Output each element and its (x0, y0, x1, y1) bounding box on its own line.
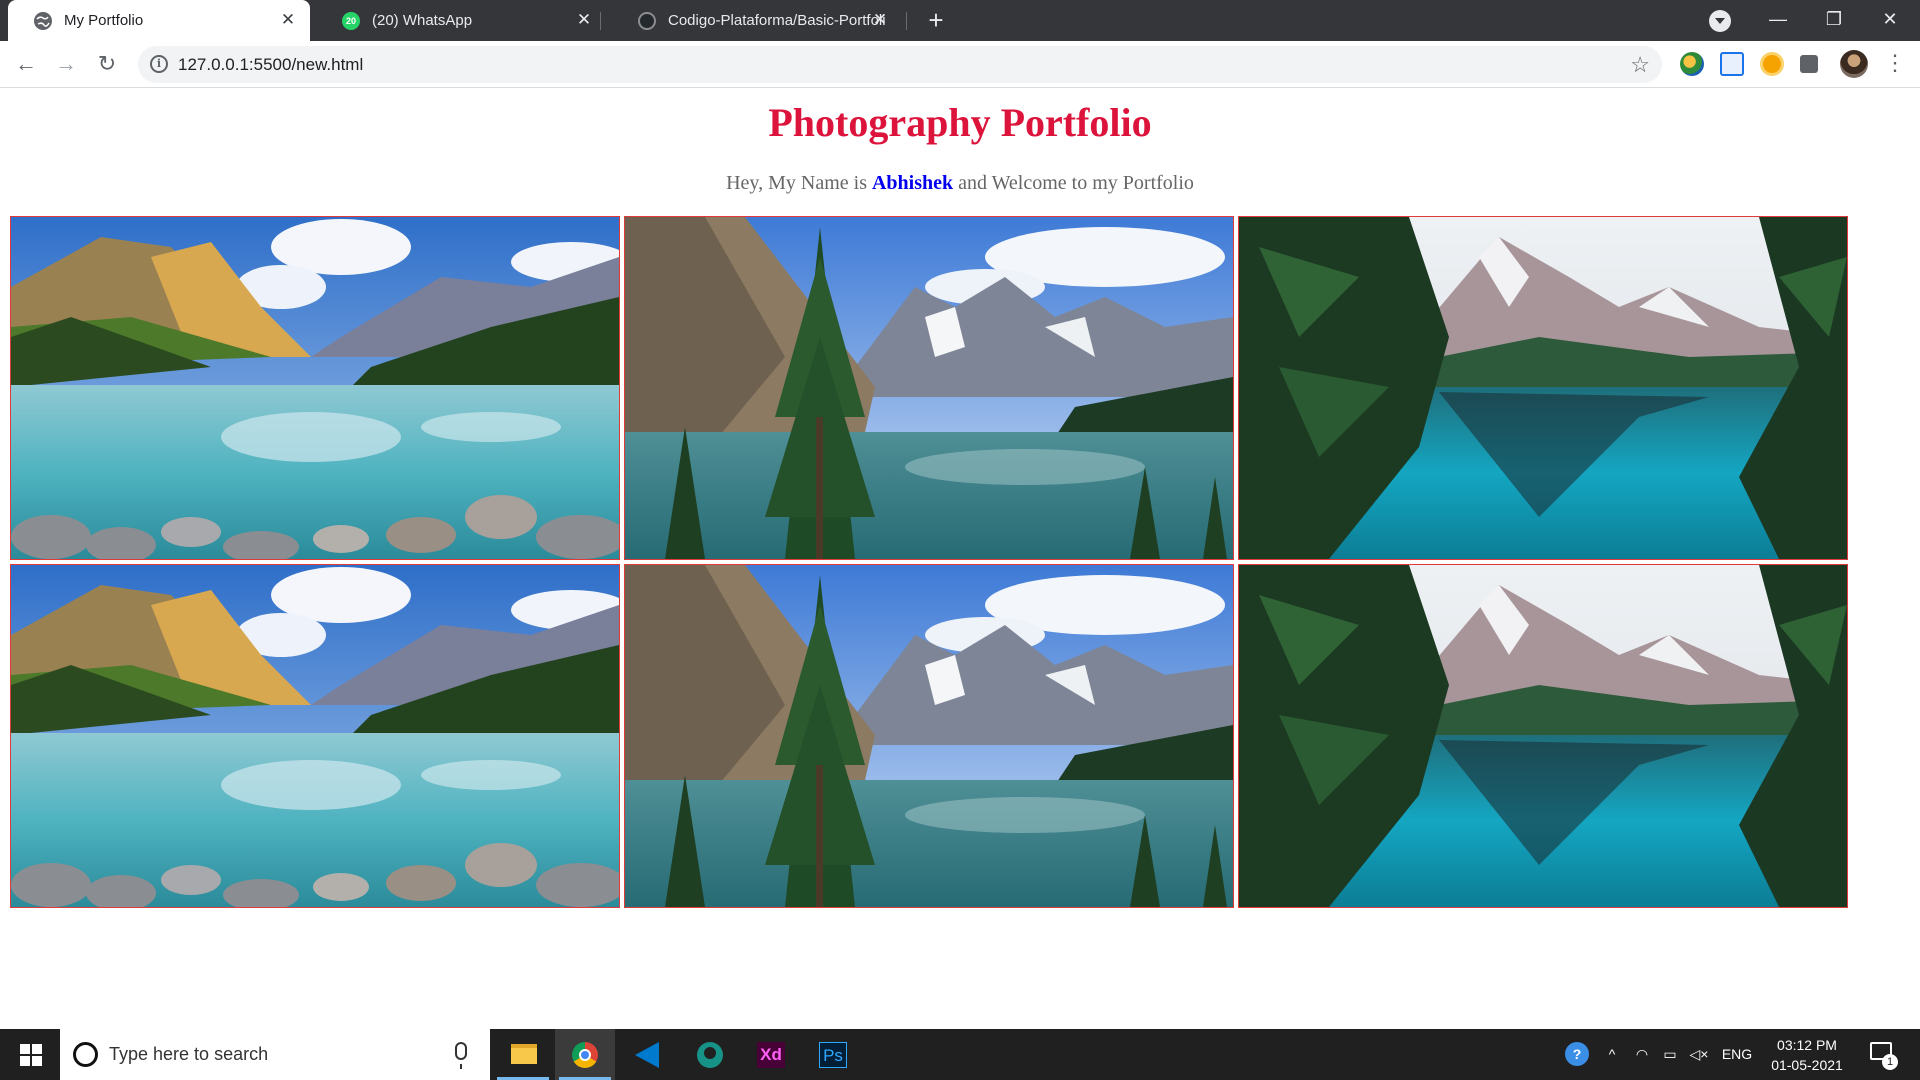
clock-time: 03:12 PM (1777, 1037, 1837, 1053)
photoshop-icon[interactable]: Ps (803, 1029, 863, 1080)
puzzle-extensions-icon[interactable] (1800, 55, 1818, 73)
whatsapp-icon: 20 (342, 11, 360, 30)
tab-separator (906, 12, 907, 30)
pine-valley-image (625, 565, 1233, 907)
volume-muted-icon[interactable]: ◁× (1684, 1029, 1714, 1080)
adobe-xd-icon[interactable]: Xd (741, 1029, 801, 1080)
vscode-icon[interactable] (617, 1029, 677, 1080)
menu-dots-icon[interactable]: ⋮ (1884, 50, 1906, 76)
window-close-icon[interactable]: ✕ (1862, 0, 1918, 41)
alpine-lake-image (1239, 565, 1847, 907)
close-icon[interactable]: ✕ (574, 10, 594, 30)
cortana-icon (73, 1042, 98, 1067)
tab-separator (600, 12, 601, 30)
github-icon (638, 11, 656, 30)
tab-title: My Portfolio (64, 12, 144, 29)
photo-pine-valley[interactable] (624, 216, 1234, 560)
close-icon[interactable]: ✕ (870, 10, 890, 30)
windows-taskbar: Type here to search Xd Ps ? ^ ◠ ▭ ◁× ENG… (0, 1029, 1920, 1080)
restore-icon[interactable]: ❐ (1806, 0, 1862, 41)
windows-start-icon[interactable] (0, 1029, 60, 1080)
help-icon[interactable]: ? (1562, 1029, 1592, 1080)
intro-text: Hey, My Name is Abhishek and Welcome to … (0, 172, 1920, 195)
lake-rocks-image (11, 565, 619, 907)
lake-rocks-image (11, 217, 619, 559)
intro-before: Hey, My Name is (726, 172, 872, 194)
tab-my-portfolio[interactable]: My Portfolio ✕ (8, 0, 310, 41)
photo-lake-rocks[interactable] (10, 564, 620, 908)
url-text[interactable]: 127.0.0.1:5500/new.html (178, 55, 363, 75)
file-explorer-icon[interactable] (493, 1029, 553, 1080)
forward-icon[interactable]: → (52, 50, 80, 78)
browser-tab-strip: My Portfolio ✕ 20 (20) WhatsApp ✕ Codigo… (0, 0, 1920, 41)
alpine-lake-image (1239, 217, 1847, 559)
page-title: Photography Portfolio (768, 100, 1152, 145)
chevron-up-icon[interactable]: ^ (1600, 1029, 1624, 1080)
browser-toolbar: ← → ↻ i 127.0.0.1:5500/new.html ☆ (0, 41, 1920, 88)
minimize-icon[interactable]: — (1750, 0, 1806, 41)
coin-extension-icon[interactable] (1760, 52, 1784, 76)
chrome-icon[interactable] (555, 1029, 615, 1080)
profile-avatar[interactable] (1840, 50, 1868, 78)
gitkraken-icon[interactable] (679, 1029, 739, 1080)
battery-icon[interactable]: ▭ (1656, 1029, 1684, 1080)
wifi-icon[interactable]: ◠ (1628, 1029, 1656, 1080)
notification-badge: 1 (1882, 1054, 1898, 1070)
taskbar-search[interactable]: Type here to search (60, 1029, 490, 1080)
microphone-icon[interactable] (455, 1042, 467, 1069)
tab-github[interactable]: Codigo-Plataforma/Basic-Portfoli ✕ (612, 0, 902, 41)
tab-manager-extension-icon[interactable] (1720, 52, 1744, 76)
tab-search-icon[interactable] (1709, 10, 1731, 32)
intro-after: and Welcome to my Portfolio (953, 172, 1194, 194)
photo-pine-valley[interactable] (624, 564, 1234, 908)
photo-alpine-lake[interactable] (1238, 564, 1848, 908)
reload-icon[interactable]: ↻ (93, 50, 121, 78)
address-bar[interactable]: i 127.0.0.1:5500/new.html ☆ (138, 46, 1662, 83)
author-name[interactable]: Abhishek (872, 172, 953, 194)
globe-icon (34, 11, 52, 30)
back-icon[interactable]: ← (12, 50, 40, 78)
pine-valley-image (625, 217, 1233, 559)
search-placeholder[interactable]: Type here to search (109, 1044, 268, 1065)
web-page: Photography Portfolio Hey, My Name is Ab… (0, 89, 1920, 1029)
clock-date: 01-05-2021 (1771, 1057, 1843, 1073)
tab-title: Codigo-Plataforma/Basic-Portfoli (668, 12, 886, 29)
tab-title: (20) WhatsApp (372, 12, 473, 29)
new-tab-button[interactable]: + (922, 6, 950, 34)
tab-whatsapp[interactable]: 20 (20) WhatsApp ✕ (316, 0, 606, 41)
photo-alpine-lake[interactable] (1238, 216, 1848, 560)
close-icon[interactable]: ✕ (278, 10, 298, 30)
system-clock[interactable]: 03:12 PM 01-05-2021 (1752, 1035, 1862, 1075)
site-info-icon[interactable]: i (150, 55, 168, 73)
vpn-extension-icon[interactable] (1680, 52, 1704, 76)
photo-lake-rocks[interactable] (10, 216, 620, 560)
bookmark-star-icon[interactable]: ☆ (1630, 52, 1650, 78)
